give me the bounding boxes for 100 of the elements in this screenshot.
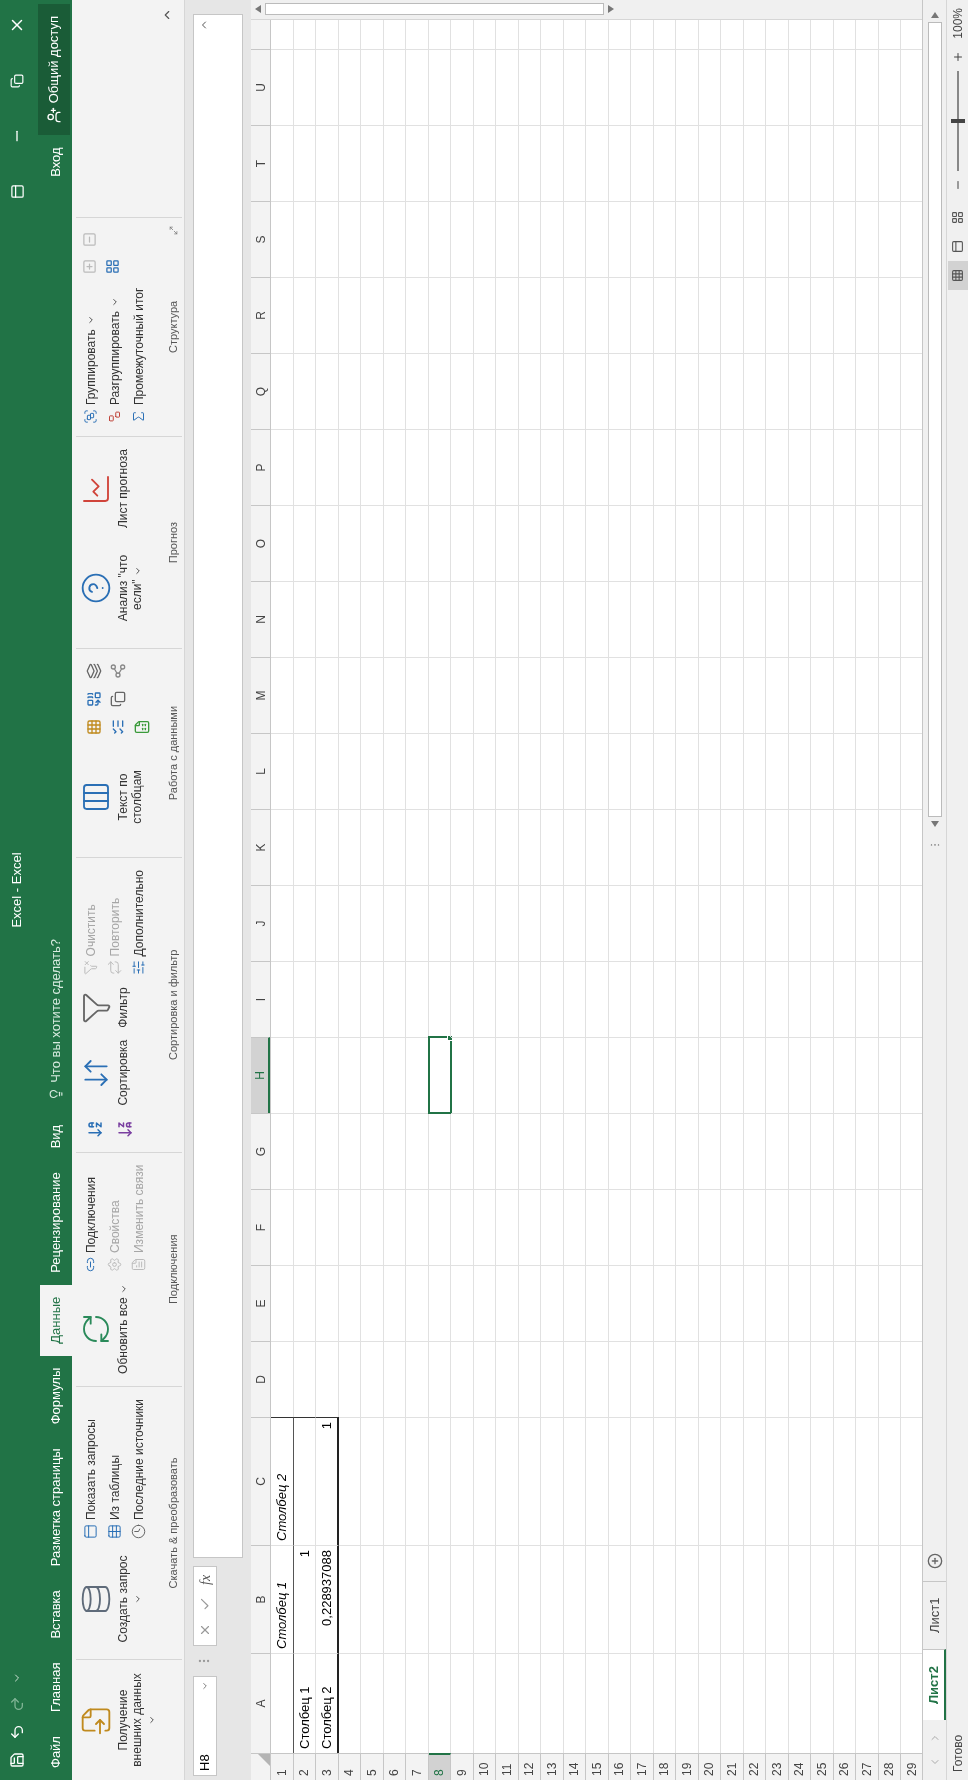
zoom-level[interactable]: 100% (948, 8, 967, 39)
column-header[interactable]: K (251, 809, 270, 885)
scroll-right-icon[interactable] (930, 12, 939, 18)
ribbon-button[interactable]: Текст по столбцам (76, 745, 144, 850)
row-header[interactable]: 5 (361, 1753, 384, 1780)
insert-function-button[interactable]: fx (194, 1574, 216, 1585)
ribbon-menu-item[interactable]: Подключения (80, 1160, 101, 1276)
ribbon-button[interactable]: Получение внешних данных (76, 1668, 158, 1772)
column-header[interactable]: B (251, 1545, 270, 1653)
column-header[interactable]: S (251, 201, 270, 277)
row-header[interactable]: 4 (338, 1753, 361, 1780)
column-header[interactable]: H (251, 1037, 270, 1113)
column-header[interactable]: N (251, 581, 270, 657)
ribbon-menu-item[interactable]: Группировать (80, 283, 101, 429)
row-header[interactable]: 23 (766, 1753, 789, 1780)
row-header[interactable]: 7 (406, 1753, 429, 1780)
scroll-thumb[interactable] (265, 3, 604, 16)
grid-view-icon[interactable] (947, 260, 968, 290)
row-header[interactable]: 9 (451, 1753, 474, 1780)
column-header[interactable]: O (251, 505, 270, 581)
scroll-down-icon[interactable] (608, 5, 614, 14)
ribbon-tab[interactable]: Файл (40, 1724, 72, 1780)
column-header[interactable]: M (251, 657, 270, 733)
row-header[interactable]: 22 (743, 1753, 766, 1780)
cancel-icon[interactable] (198, 1623, 212, 1637)
table-cell[interactable]: Столбец 1 (271, 1545, 294, 1653)
row-header[interactable]: 2 (293, 1753, 316, 1780)
column-header[interactable]: T (251, 125, 270, 201)
fill-handle[interactable] (447, 1035, 453, 1041)
ribbon-button[interactable]: Сортировка (76, 1035, 130, 1110)
column-header[interactable]: F (251, 1189, 270, 1265)
row-header[interactable]: 3 (316, 1753, 339, 1780)
dialog-launcher-icon[interactable] (169, 225, 178, 235)
row-header[interactable]: 27 (856, 1753, 879, 1780)
scroll-thumb[interactable] (927, 22, 942, 817)
column-header[interactable]: U (251, 49, 270, 125)
ribbon-tab[interactable]: Вид (40, 1112, 72, 1161)
ribbon-tab[interactable]: Формулы (40, 1355, 72, 1437)
ribbon-button[interactable]: Обновить все (76, 1280, 130, 1378)
scroll-left-icon[interactable] (930, 820, 939, 827)
ribbon-menu-item[interactable]: Промежуточный итог (128, 283, 149, 429)
row-header[interactable]: 21 (721, 1753, 744, 1780)
ribbon-tab[interactable]: Разметка страницы (40, 1436, 72, 1579)
row-header[interactable]: 8 (428, 1753, 451, 1780)
table-cell[interactable]: Столбец 2 (271, 1417, 294, 1545)
column-header[interactable]: J (251, 885, 270, 961)
ribbon-menu-item[interactable]: Разгруппировать (104, 283, 125, 429)
row-header[interactable]: 10 (473, 1753, 496, 1780)
row-header[interactable]: 15 (586, 1753, 609, 1780)
row-header[interactable]: 16 (608, 1753, 631, 1780)
row-header[interactable]: 24 (788, 1753, 811, 1780)
table-cell[interactable]: Столбец 1 (293, 1653, 316, 1753)
search-field[interactable]: Что вы хотите сделать? (40, 927, 72, 1113)
table-cell[interactable]: Столбец 2 (316, 1653, 339, 1753)
ribbon-button[interactable]: Анализ "что если" (76, 536, 144, 641)
table-cell[interactable]: 1 (293, 1545, 316, 1653)
column-header[interactable]: L (251, 733, 270, 809)
ribbon-tab[interactable]: Главная (40, 1650, 72, 1725)
share-button[interactable]: Общий доступ (38, 4, 70, 136)
row-header[interactable]: 26 (833, 1753, 856, 1780)
row-header[interactable]: 13 (541, 1753, 564, 1780)
sign-in-link[interactable]: Вход (40, 135, 72, 189)
row-header[interactable]: 11 (496, 1753, 519, 1780)
row-header[interactable]: 14 (563, 1753, 586, 1780)
row-header[interactable]: 1 (271, 1753, 294, 1780)
scroll-up-icon[interactable] (255, 5, 261, 14)
undo-icon[interactable] (9, 1724, 25, 1740)
row-header[interactable]: 17 (631, 1753, 654, 1780)
table-cell[interactable]: 0,228937088 (316, 1545, 339, 1653)
formula-input[interactable] (193, 14, 243, 1558)
selected-cell[interactable] (428, 1037, 451, 1113)
ribbon-button[interactable]: Фильтр (76, 983, 130, 1032)
column-header[interactable]: P (251, 429, 270, 505)
ribbon-tab[interactable]: Данные (40, 1284, 72, 1356)
ribbon-tab[interactable]: Рецензирование (40, 1160, 72, 1285)
ribbon-menu-item[interactable]: Показать запросы (80, 1394, 101, 1543)
row-header[interactable]: 28 (878, 1753, 901, 1780)
ribbon-display-icon[interactable] (9, 184, 25, 199)
table-cell[interactable]: 1 (316, 1417, 339, 1545)
column-header[interactable]: D (251, 1341, 270, 1417)
redo-icon[interactable] (9, 1696, 25, 1712)
column-header[interactable]: I (251, 961, 270, 1037)
save-icon[interactable] (9, 1752, 25, 1768)
restore-icon[interactable] (10, 74, 24, 88)
row-header[interactable]: 20 (698, 1753, 721, 1780)
row-header[interactable]: 19 (676, 1753, 699, 1780)
column-header[interactable]: A (251, 1653, 270, 1753)
column-header[interactable]: R (251, 277, 270, 353)
column-header[interactable]: C (251, 1417, 270, 1545)
row-header[interactable]: 12 (518, 1753, 541, 1780)
row-header[interactable]: 29 (901, 1753, 922, 1780)
vertical-scrollbar[interactable] (251, 0, 922, 20)
ribbon-button[interactable]: Лист прогноза (76, 445, 130, 533)
sheet-tab[interactable]: Лист2 (923, 1649, 946, 1720)
ribbon-tab[interactable]: Вставка (40, 1578, 72, 1651)
row-header[interactable]: 25 (811, 1753, 834, 1780)
name-box[interactable]: H8 (193, 1676, 217, 1776)
zoom-slider-thumb[interactable] (950, 118, 965, 123)
ribbon-menu-item[interactable]: Дополнительно (128, 866, 149, 980)
ribbon-menu-item[interactable]: Из таблицы (104, 1394, 125, 1543)
